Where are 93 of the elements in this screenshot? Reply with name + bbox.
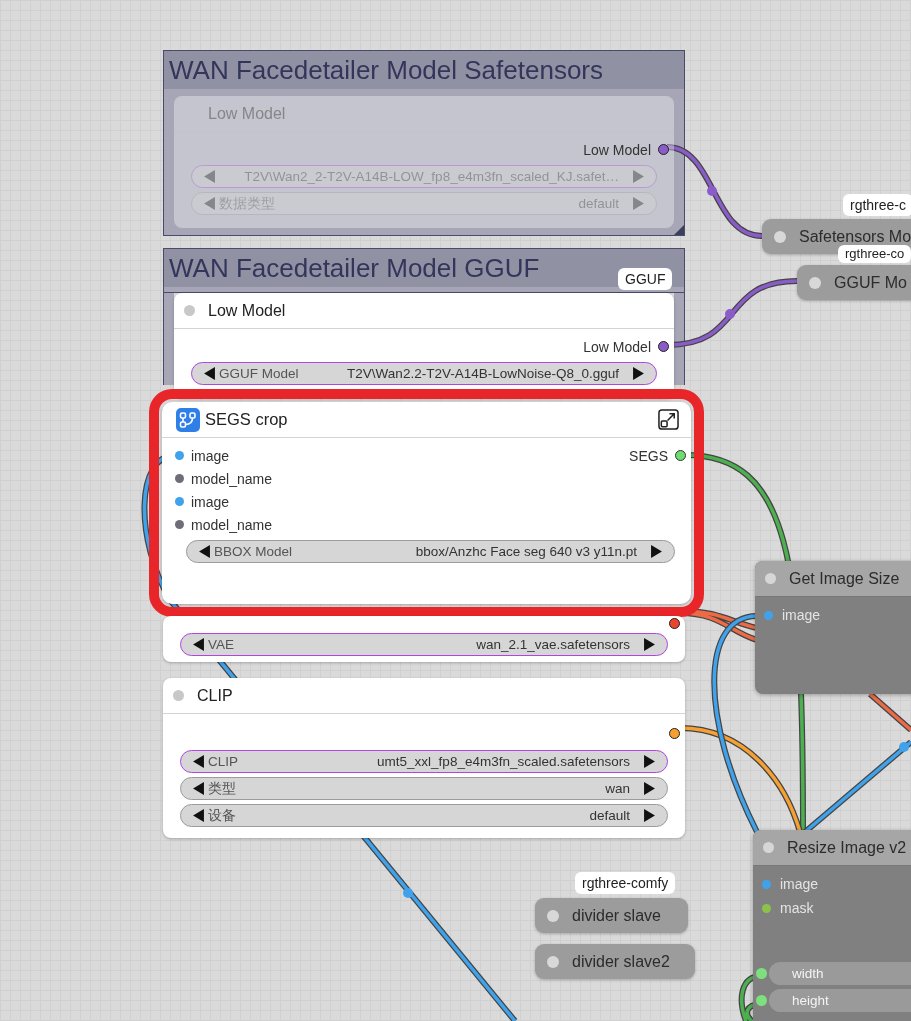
expand-icon[interactable] <box>658 409 679 430</box>
status-dot[interactable] <box>774 230 786 243</box>
output-socket[interactable] <box>675 450 686 461</box>
widget-label: 设备 <box>208 806 236 825</box>
node-title: Get Image Size <box>789 569 900 588</box>
combo-widget[interactable]: VAE wan_2.1_vae.safetensors <box>180 633 668 656</box>
output-socket[interactable] <box>658 341 669 352</box>
node-badge: GGUF <box>618 268 673 290</box>
left-arrow-icon[interactable] <box>204 367 215 380</box>
input-socket[interactable] <box>756 995 767 1006</box>
input-socket[interactable] <box>175 497 184 506</box>
input-label: model_name <box>191 516 272 533</box>
node-card[interactable]: Resize Image v2 image mask width height <box>753 830 911 1021</box>
output-socket[interactable] <box>669 617 680 629</box>
combo-widget[interactable]: CLIP umt5_xxl_fp8_e4m3fn_scaled.safetensors <box>180 750 668 773</box>
link-wire <box>868 691 911 733</box>
node-card[interactable]: divider slave2 <box>535 944 695 979</box>
input-socket[interactable] <box>756 968 767 979</box>
combo-widget[interactable]: 类型 wan <box>180 777 668 800</box>
input-label: image <box>782 607 821 623</box>
output-socket[interactable] <box>658 144 669 155</box>
widget-value: T2V\Wan2_2-T2V-A14B-LOW_fp8_e4m3fn_scaled_KJ.safet… <box>244 169 619 184</box>
widget-value: default <box>578 196 619 211</box>
output-socket[interactable] <box>669 727 680 739</box>
node-title: Safetensors Mo <box>799 227 911 246</box>
status-dot[interactable] <box>763 842 774 853</box>
node-card[interactable]: VAE wan_2.1_vae.safetensors <box>163 616 685 662</box>
left-arrow-icon[interactable] <box>193 638 204 651</box>
node-badge: rgthree-co <box>838 245 911 263</box>
node-badge: rgthree-comfy <box>575 872 676 894</box>
input-socket[interactable] <box>762 903 771 913</box>
status-dot[interactable] <box>547 909 559 922</box>
input-label: image <box>191 493 230 510</box>
combo-widget[interactable]: BBOX Model bbox/Anzhc Face seg 640 v3 y11n.pt <box>186 540 675 563</box>
combo-widget[interactable]: GGUF Model T2V\Wan2.2-T2V-A14B-LowNoise-Q8_0.gguf <box>191 362 657 385</box>
widget-value: default <box>589 808 630 823</box>
left-arrow-icon[interactable] <box>199 545 210 558</box>
widget-value: T2V\Wan2.2-T2V-A14B-LowNoise-Q8_0.gguf <box>347 366 619 381</box>
link-midpoint-icon[interactable] <box>707 186 717 196</box>
group-title: WAN Facedetailer Model Safetensors <box>164 51 684 89</box>
node-canvas[interactable] <box>0 0 911 1021</box>
left-arrow-icon[interactable] <box>193 809 204 822</box>
link-midpoint-icon[interactable] <box>899 742 909 752</box>
status-dot[interactable] <box>184 305 195 316</box>
left-arrow-icon[interactable] <box>193 755 204 768</box>
widget-label: VAE <box>208 637 234 652</box>
node-card[interactable]: CLIP CLIP umt5_xxl_fp8_e4m3fn_scaled.safetensors 类型 wan 设备 default <box>163 678 685 838</box>
input-socket[interactable] <box>762 879 771 889</box>
output-label: Low Model <box>583 141 651 158</box>
right-arrow-icon[interactable] <box>644 755 655 768</box>
input-label: image <box>780 876 819 892</box>
right-arrow-icon[interactable] <box>651 545 662 558</box>
node-title: divider slave <box>572 906 661 925</box>
widget-value: wan_2.1_vae.safetensors <box>476 637 630 652</box>
node-title: SEGS crop <box>205 410 289 429</box>
status-dot[interactable] <box>547 955 559 968</box>
combo-widget[interactable]: 设备 default <box>180 804 668 827</box>
node-title: Low Model <box>208 301 286 320</box>
input-socket[interactable] <box>175 520 184 529</box>
status-dot[interactable] <box>809 276 821 289</box>
right-arrow-icon[interactable] <box>644 809 655 822</box>
right-arrow-icon[interactable] <box>644 638 655 651</box>
output-label: Low Model <box>583 338 651 355</box>
widget-value: bbox/Anzhc Face seg 640 v3 y11n.pt <box>415 544 637 559</box>
node-title: Resize Image v2 <box>787 838 907 857</box>
node-badge: rgthree-c <box>843 194 911 216</box>
node-card[interactable]: Get Image Size image <box>755 561 911 694</box>
input-socket[interactable] <box>764 610 773 620</box>
right-arrow-icon[interactable] <box>644 782 655 795</box>
node-title: GGUF Mo <box>834 273 907 292</box>
resize-handle-icon[interactable] <box>674 225 684 235</box>
input-socket[interactable] <box>175 474 184 483</box>
widget-value: umt5_xxl_fp8_e4m3fn_scaled.safetensors <box>377 754 630 769</box>
widget-label: GGUF Model <box>219 366 299 381</box>
subgraph-icon <box>176 407 200 432</box>
widget-label: 类型 <box>208 779 236 798</box>
widget-label: CLIP <box>208 754 238 769</box>
link-midpoint-icon[interactable] <box>403 888 413 898</box>
widget-value: wan <box>605 781 630 796</box>
status-dot[interactable] <box>765 573 776 584</box>
input-label: model_name <box>191 470 272 487</box>
input-socket[interactable] <box>175 451 184 460</box>
input-label: image <box>191 447 230 464</box>
output-label: SEGS <box>629 447 668 464</box>
node-title: CLIP <box>197 686 233 705</box>
link-midpoint-icon[interactable] <box>725 309 735 319</box>
node-title: Low Model <box>208 104 286 123</box>
input-label: mask <box>780 900 814 916</box>
widget-label: BBOX Model <box>214 544 293 559</box>
left-arrow-icon[interactable] <box>193 782 204 795</box>
status-dot[interactable] <box>173 690 184 701</box>
node-title: divider slave2 <box>572 952 670 971</box>
right-arrow-icon[interactable] <box>633 367 644 380</box>
